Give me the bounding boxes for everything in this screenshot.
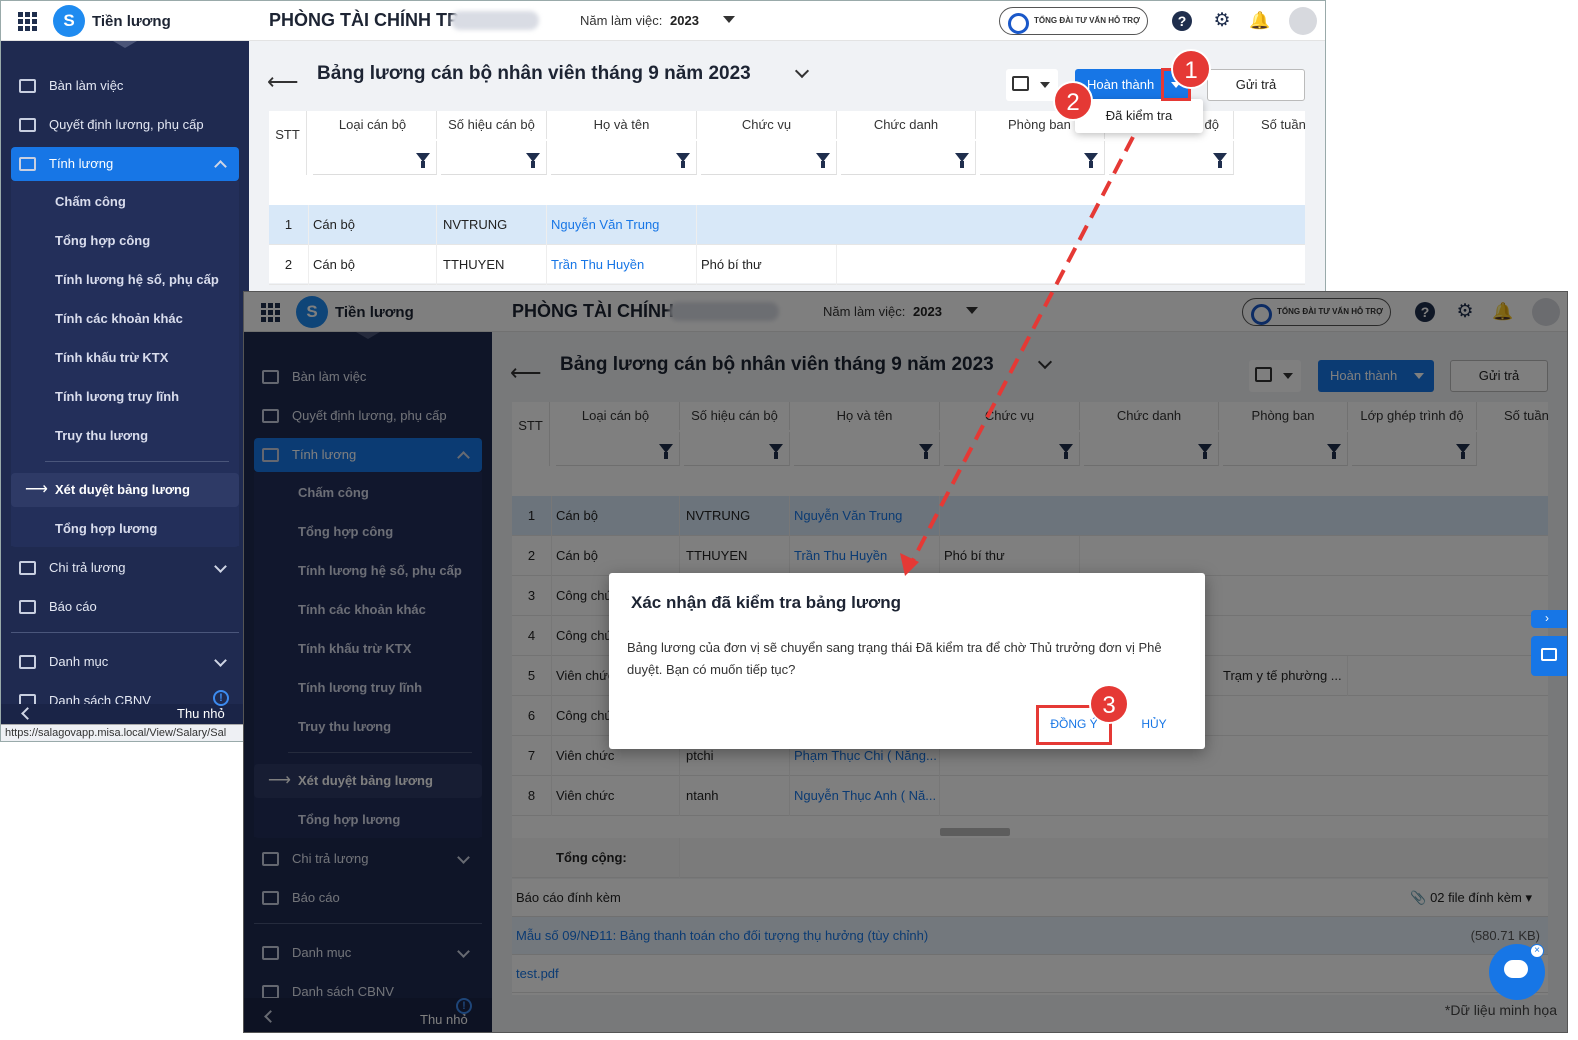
annotation-arrow: [900, 136, 1135, 576]
